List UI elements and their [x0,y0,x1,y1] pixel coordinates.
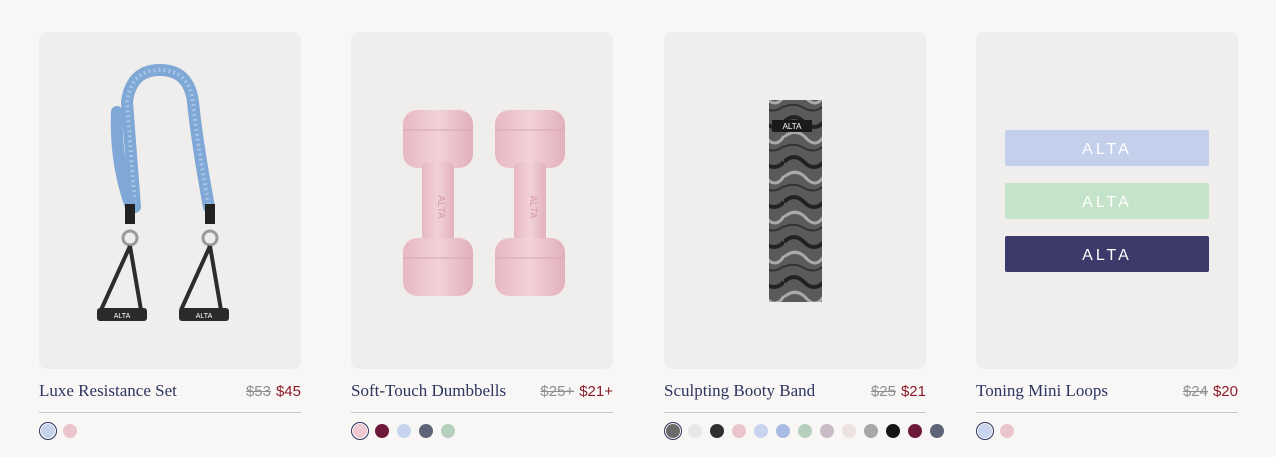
color-swatch[interactable] [998,422,1016,440]
product-name[interactable]: Toning Mini Loops [976,381,1108,401]
color-swatches [351,422,613,440]
product-image[interactable]: ALTA ALTA [39,32,301,369]
color-swatch[interactable] [818,422,836,440]
product-info-row: Soft-Touch Dumbbells $25+ $21+ [351,381,613,413]
color-swatch-fill [419,424,433,438]
color-swatch-fill [41,424,55,438]
product-info-row: Sculpting Booty Band $25 $21 [664,381,926,413]
color-swatch[interactable] [39,422,57,440]
product-info-row: Luxe Resistance Set $53 $45 [39,381,301,413]
color-swatch-fill [1000,424,1014,438]
color-swatch-fill [864,424,878,438]
product-image[interactable]: ALTA [664,32,926,369]
color-swatch-fill [908,424,922,438]
color-swatch[interactable] [351,422,369,440]
color-swatch[interactable] [730,422,748,440]
color-swatch[interactable] [395,422,413,440]
color-swatch-fill [710,424,724,438]
alta-logo: ALTA [527,195,538,219]
product-prices: $24 $20 [1183,383,1238,400]
product-card-soft-touch-dumbbells: ALTA ALTA Soft-Touch Dumbbells $25+ $21+ [351,32,613,440]
color-swatch-fill [798,424,812,438]
color-swatch-fill [63,424,77,438]
original-price: $53 [245,383,271,400]
product-prices: $53 $45 [246,383,301,400]
color-swatch[interactable] [906,422,924,440]
color-swatch[interactable] [708,422,726,440]
color-swatch[interactable] [774,422,792,440]
product-image[interactable]: ALTA ALTA ALTA [976,32,1238,369]
color-swatch-fill [397,424,411,438]
original-price: $24 [1182,383,1208,400]
color-swatch[interactable] [417,422,435,440]
product-card-sculpting-booty-band: ALTA Sculpting Booty Band $25 $21 [664,32,944,440]
alta-logo: ALTA [196,313,213,320]
alta-logo: ALTA [1082,247,1132,264]
original-price: $25 [870,383,896,400]
product-card-toning-mini-loops: ALTA ALTA ALTA Toning Mini Loops $24 $20 [976,32,1238,440]
alta-logo: ALTA [114,313,131,320]
sale-price: $21+ [579,383,613,400]
alta-logo: ALTA [1082,194,1132,211]
color-swatch-fill [353,424,367,438]
sale-price: $20 [1212,383,1238,400]
color-swatch-fill [820,424,834,438]
product-name[interactable]: Soft-Touch Dumbbells [351,381,506,401]
color-swatch[interactable] [884,422,902,440]
product-name[interactable]: Sculpting Booty Band [664,381,815,401]
color-swatch-fill [754,424,768,438]
color-swatch-fill [776,424,790,438]
mini-loops-icon: ALTA ALTA ALTA [1005,130,1209,272]
color-swatch[interactable] [61,422,79,440]
color-swatch[interactable] [686,422,704,440]
color-swatch-fill [842,424,856,438]
color-swatch-fill [886,424,900,438]
product-prices: $25 $21 [871,383,926,400]
product-card-luxe-resistance-set: ALTA ALTA Luxe Resistance Set $53 $45 [39,32,301,440]
color-swatch[interactable] [752,422,770,440]
color-swatch[interactable] [796,422,814,440]
product-name[interactable]: Luxe Resistance Set [39,381,177,401]
product-prices: $25+ $21+ [540,383,613,400]
color-swatches [664,422,944,440]
alta-logo: ALTA [435,195,446,219]
color-swatch-fill [666,424,680,438]
product-grid: ALTA ALTA Luxe Resistance Set $53 $45 AL… [0,0,1276,457]
alta-logo: ALTA [1082,141,1132,158]
color-swatch-fill [978,424,992,438]
sale-price: $21 [900,383,926,400]
product-info-row: Toning Mini Loops $24 $20 [976,381,1238,413]
product-image[interactable]: ALTA ALTA [351,32,613,369]
color-swatches [39,422,301,440]
color-swatch[interactable] [439,422,457,440]
color-swatch-fill [732,424,746,438]
color-swatch[interactable] [664,422,682,440]
color-swatch[interactable] [976,422,994,440]
color-swatch[interactable] [928,422,946,440]
dumbbell-icon: ALTA ALTA [403,110,565,296]
color-swatches [976,422,1238,440]
color-swatch-fill [930,424,944,438]
alta-logo: ALTA [783,122,802,131]
booty-band-icon: ALTA [769,100,822,302]
original-price: $25+ [540,383,575,400]
color-swatch[interactable] [373,422,391,440]
color-swatch[interactable] [862,422,880,440]
color-swatch-fill [688,424,702,438]
sale-price: $45 [275,383,301,400]
color-swatch-fill [375,424,389,438]
resistance-band-icon: ALTA ALTA [97,63,229,321]
color-swatch[interactable] [840,422,858,440]
color-swatch-fill [441,424,455,438]
